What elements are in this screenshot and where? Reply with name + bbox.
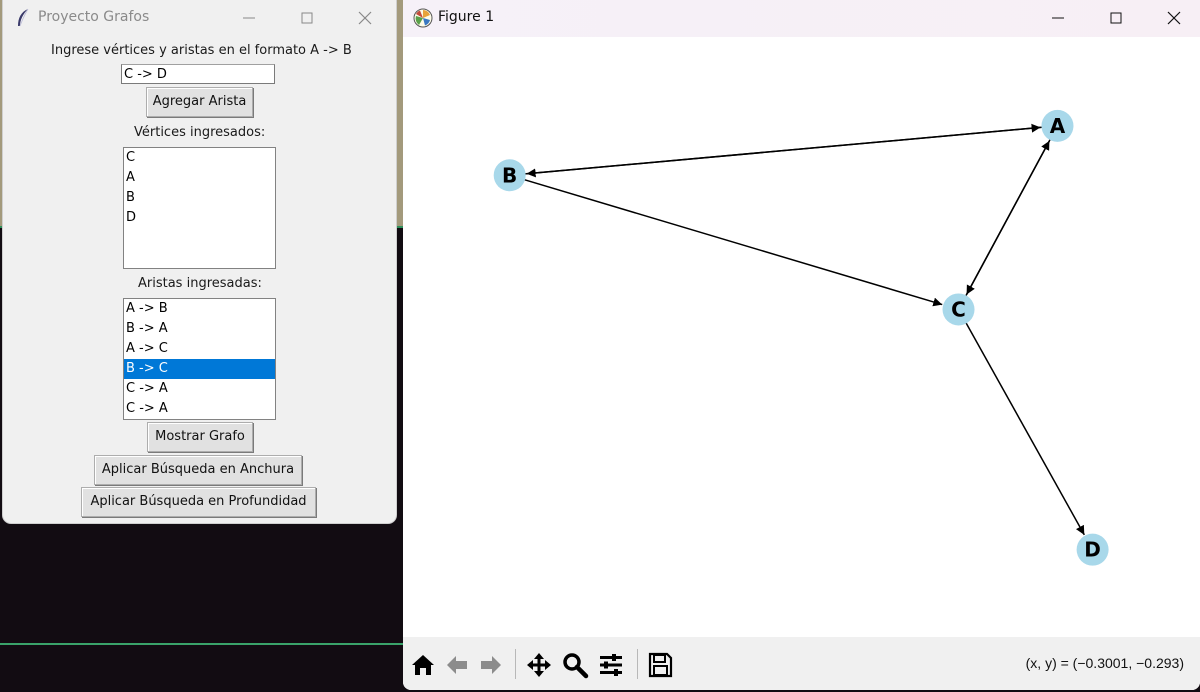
pan-icon[interactable] bbox=[525, 651, 553, 679]
dfs-button[interactable]: Aplicar Búsqueda en Profundidad bbox=[81, 487, 316, 517]
cursor-coordinates: (x, y) = (−0.3001, −0.293) bbox=[1025, 655, 1184, 671]
list-item[interactable]: A -> B bbox=[124, 299, 275, 319]
zoom-icon[interactable] bbox=[561, 651, 589, 679]
maximize-icon bbox=[1110, 12, 1122, 24]
figure-window: Figure 1 A B C D (x, y) = (−0.3001, −0.293) bbox=[403, 0, 1200, 690]
matplotlib-icon bbox=[413, 8, 433, 28]
list-item[interactable]: B bbox=[124, 188, 275, 208]
save-icon[interactable] bbox=[646, 651, 674, 679]
maximize-icon bbox=[301, 12, 313, 24]
toolbar-separator bbox=[515, 649, 516, 679]
vertices-listbox[interactable]: CABD bbox=[123, 147, 276, 269]
show-graph-button[interactable]: Mostrar Grafo bbox=[147, 422, 253, 452]
edges-label: Aristas ingresadas: bbox=[138, 276, 262, 291]
graph-plot: A B C D bbox=[493, 109, 1109, 566]
edges-listbox[interactable]: A -> BB -> AA -> CB -> CC -> AC -> A bbox=[123, 298, 276, 420]
window-title: Proyecto Grafos bbox=[38, 9, 150, 25]
list-item[interactable]: C -> A bbox=[124, 399, 275, 419]
list-item[interactable]: C -> A bbox=[124, 379, 275, 399]
figure-titlebar[interactable]: Figure 1 bbox=[403, 0, 1200, 37]
list-item[interactable]: A -> C bbox=[124, 339, 275, 359]
figure-minimize-button[interactable] bbox=[1035, 4, 1081, 32]
minimize-icon bbox=[1052, 17, 1064, 19]
list-item[interactable]: C bbox=[124, 148, 275, 168]
node-label-A: A bbox=[1050, 114, 1066, 138]
edge-B-C bbox=[522, 178, 943, 307]
back-icon[interactable] bbox=[443, 651, 471, 679]
configure-subplots-icon[interactable] bbox=[597, 651, 625, 679]
edge-B-A bbox=[523, 123, 1041, 175]
figure-maximize-button[interactable] bbox=[1093, 4, 1139, 32]
minimize-button[interactable] bbox=[226, 4, 272, 32]
toolbar-separator bbox=[637, 649, 638, 679]
edge-entry[interactable] bbox=[121, 64, 275, 84]
close-icon bbox=[1167, 11, 1181, 25]
add-edge-button[interactable]: Agregar Arista bbox=[146, 87, 253, 117]
close-button[interactable] bbox=[342, 4, 388, 32]
list-item[interactable]: D bbox=[124, 208, 275, 228]
forward-icon[interactable] bbox=[477, 651, 505, 679]
home-icon[interactable] bbox=[409, 651, 437, 679]
feather-icon bbox=[18, 8, 29, 27]
node-label-B: B bbox=[502, 163, 517, 187]
node-label-C: C bbox=[951, 297, 966, 321]
vertices-label: Vértices ingresados: bbox=[134, 125, 266, 140]
edge-C-A bbox=[964, 140, 1051, 298]
maximize-button[interactable] bbox=[284, 4, 330, 32]
tk-titlebar[interactable]: Proyecto Grafos bbox=[3, 0, 396, 36]
close-icon bbox=[358, 11, 372, 25]
list-item[interactable]: A bbox=[124, 168, 275, 188]
minimize-icon bbox=[243, 17, 255, 19]
edge-C-D bbox=[964, 321, 1085, 536]
list-item[interactable]: B -> C bbox=[124, 359, 275, 379]
instruction-label: Ingrese vértices y aristas en el formato… bbox=[51, 43, 352, 58]
node-label-D: D bbox=[1084, 538, 1101, 562]
tk-window: Proyecto Grafos Ingrese vértices y arist… bbox=[3, 0, 396, 523]
list-item[interactable]: B -> A bbox=[124, 319, 275, 339]
background-stripe bbox=[0, 643, 405, 645]
figure-toolbar: (x, y) = (−0.3001, −0.293) bbox=[403, 637, 1200, 690]
figure-close-button[interactable] bbox=[1151, 4, 1197, 32]
figure-canvas[interactable]: A B C D bbox=[403, 37, 1200, 637]
figure-title: Figure 1 bbox=[438, 9, 495, 25]
bfs-button[interactable]: Aplicar Búsqueda en Anchura bbox=[94, 455, 302, 485]
